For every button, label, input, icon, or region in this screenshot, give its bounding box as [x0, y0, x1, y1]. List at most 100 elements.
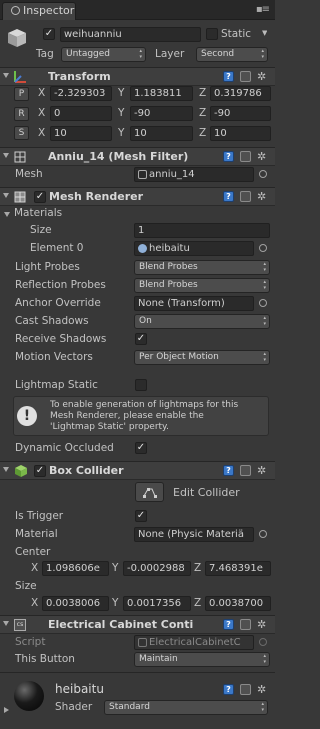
mesh-filter-header[interactable]: Anniu_14 (Mesh Filter) ? ✲ — [0, 147, 275, 166]
position-y-field[interactable]: 1.183811 — [130, 86, 193, 101]
object-picker-icon[interactable] — [259, 244, 267, 252]
gear-icon[interactable]: ✲ — [257, 465, 266, 476]
receive-shadows-checkbox[interactable]: ✓ — [135, 333, 147, 345]
center-y-axis[interactable]: Y — [112, 562, 118, 574]
mesh-field[interactable]: anniu_14 — [134, 167, 254, 182]
this-button-dropdown[interactable]: Maintain — [134, 652, 270, 667]
foldout-arrow-icon[interactable] — [3, 153, 9, 158]
edit-collider-button[interactable] — [135, 482, 164, 502]
scale-y-field[interactable]: 10 — [130, 126, 193, 141]
position-z-axis[interactable]: Z — [199, 87, 206, 99]
lightmap-static-checkbox[interactable] — [135, 379, 147, 391]
scale-z-field[interactable]: 10 — [210, 126, 271, 141]
scale-x-axis[interactable]: X — [38, 127, 45, 139]
center-z-field[interactable]: 7.468391e — [205, 561, 271, 576]
center-y-field[interactable]: -0.0002988 — [123, 561, 191, 576]
preset-icon[interactable] — [240, 191, 251, 202]
materials-size-field[interactable]: 1 — [134, 223, 270, 238]
size-x-field[interactable]: 0.0038006 — [42, 596, 109, 611]
script-icon: cs — [14, 619, 26, 631]
object-picker-icon[interactable] — [259, 299, 267, 307]
box-collider-header[interactable]: ✓ Box Collider ? ✲ — [0, 461, 275, 480]
scale-x-field[interactable]: 10 — [50, 126, 112, 141]
reflection-probes-dropdown[interactable]: Blend Probes — [134, 278, 270, 293]
position-x-field[interactable]: -2.329303 — [50, 86, 112, 101]
foldout-arrow-icon[interactable] — [3, 621, 9, 626]
tab-inspector[interactable]: Inspector — [2, 2, 76, 20]
preset-icon[interactable] — [240, 684, 251, 695]
gear-icon[interactable]: ✲ — [257, 619, 266, 630]
motion-vectors-dropdown[interactable]: Per Object Motion — [134, 350, 270, 365]
mesh-renderer-enabled-checkbox[interactable]: ✓ — [34, 191, 46, 203]
shader-dropdown[interactable]: Standard — [104, 700, 268, 715]
dynamic-occluded-checkbox[interactable]: ✓ — [135, 442, 147, 454]
size-y-field[interactable]: 0.0017356 — [123, 596, 191, 611]
position-z-field[interactable]: 0.319786 — [210, 86, 271, 101]
rotation-z-axis[interactable]: Z — [199, 107, 206, 119]
foldout-arrow-icon[interactable] — [3, 467, 9, 472]
gear-icon[interactable]: ✲ — [257, 151, 266, 162]
box-collider-enabled-checkbox[interactable]: ✓ — [34, 465, 46, 477]
position-y-axis[interactable]: Y — [118, 87, 124, 99]
static-dropdown-arrow[interactable]: ▼ — [262, 29, 267, 37]
tab-menu-icon[interactable]: ▪≡ — [256, 4, 270, 15]
anchor-override-field[interactable]: None (Transform) — [134, 296, 254, 311]
preset-icon[interactable] — [240, 71, 251, 82]
gear-icon[interactable]: ✲ — [257, 71, 266, 82]
scale-button[interactable]: S — [14, 126, 29, 140]
help-icon[interactable]: ? — [223, 619, 234, 630]
gear-icon[interactable]: ✲ — [257, 684, 266, 695]
foldout-arrow-icon[interactable] — [3, 193, 9, 198]
scale-y-axis[interactable]: Y — [118, 127, 124, 139]
help-icon[interactable]: ? — [223, 151, 234, 162]
object-picker-icon[interactable] — [259, 530, 267, 538]
preset-icon[interactable] — [240, 619, 251, 630]
mesh-asset-icon — [138, 170, 147, 179]
rotation-x-axis[interactable]: X — [38, 107, 45, 119]
mesh-renderer-header[interactable]: ✓ Mesh Renderer ? ✲ — [0, 187, 275, 206]
center-z-axis[interactable]: Z — [194, 562, 201, 574]
help-icon[interactable]: ? — [223, 191, 234, 202]
size-z-axis[interactable]: Z — [194, 597, 201, 609]
is-trigger-checkbox[interactable]: ✓ — [135, 510, 147, 522]
transform-header[interactable]: Transform ? ✲ — [0, 67, 275, 86]
preset-icon[interactable] — [240, 151, 251, 162]
position-button[interactable]: P — [14, 87, 29, 101]
rotation-button[interactable]: R — [14, 107, 29, 121]
object-picker-icon[interactable] — [259, 170, 267, 178]
size-z-field[interactable]: 0.0038700 — [205, 596, 271, 611]
help-icon[interactable]: ? — [223, 465, 234, 476]
position-x-axis[interactable]: X — [38, 87, 45, 99]
active-checkbox[interactable]: ✓ — [43, 28, 55, 40]
static-checkbox[interactable] — [206, 28, 218, 40]
center-x-axis[interactable]: X — [31, 562, 38, 574]
materials-label[interactable]: Materials — [14, 207, 62, 219]
cube-icon — [6, 27, 28, 49]
material-separator — [0, 672, 275, 673]
rotation-z-field[interactable]: -90 — [210, 106, 271, 121]
material-foldout-icon[interactable] — [4, 707, 9, 713]
tag-dropdown[interactable]: Untagged — [61, 47, 146, 62]
layer-dropdown[interactable]: Second — [196, 47, 268, 62]
mesh-label: Mesh — [15, 168, 43, 180]
help-icon[interactable]: ? — [223, 71, 234, 82]
script-component-header[interactable]: cs Electrical Cabinet Conti ? ✲ — [0, 615, 275, 634]
size-y-axis[interactable]: Y — [112, 597, 118, 609]
gear-icon[interactable]: ✲ — [257, 191, 266, 202]
preset-icon[interactable] — [240, 465, 251, 476]
mesh-renderer-title: Mesh Renderer — [49, 190, 144, 203]
collider-material-field[interactable]: None (Physic Materiä — [134, 527, 254, 542]
foldout-arrow-icon[interactable] — [3, 73, 9, 78]
light-probes-dropdown[interactable]: Blend Probes — [134, 260, 270, 275]
object-name-field[interactable]: weihuanniu — [60, 27, 201, 42]
center-x-field[interactable]: 1.098606e — [42, 561, 109, 576]
rotation-y-field[interactable]: -90 — [130, 106, 193, 121]
scale-z-axis[interactable]: Z — [199, 127, 206, 139]
size-x-axis[interactable]: X — [31, 597, 38, 609]
rotation-y-axis[interactable]: Y — [118, 107, 124, 119]
element0-field[interactable]: heibaitu — [134, 241, 254, 256]
help-icon[interactable]: ? — [223, 684, 234, 695]
rotation-x-field[interactable]: 0 — [50, 106, 112, 121]
materials-foldout-icon[interactable] — [4, 212, 10, 217]
cast-shadows-dropdown[interactable]: On — [134, 314, 270, 329]
